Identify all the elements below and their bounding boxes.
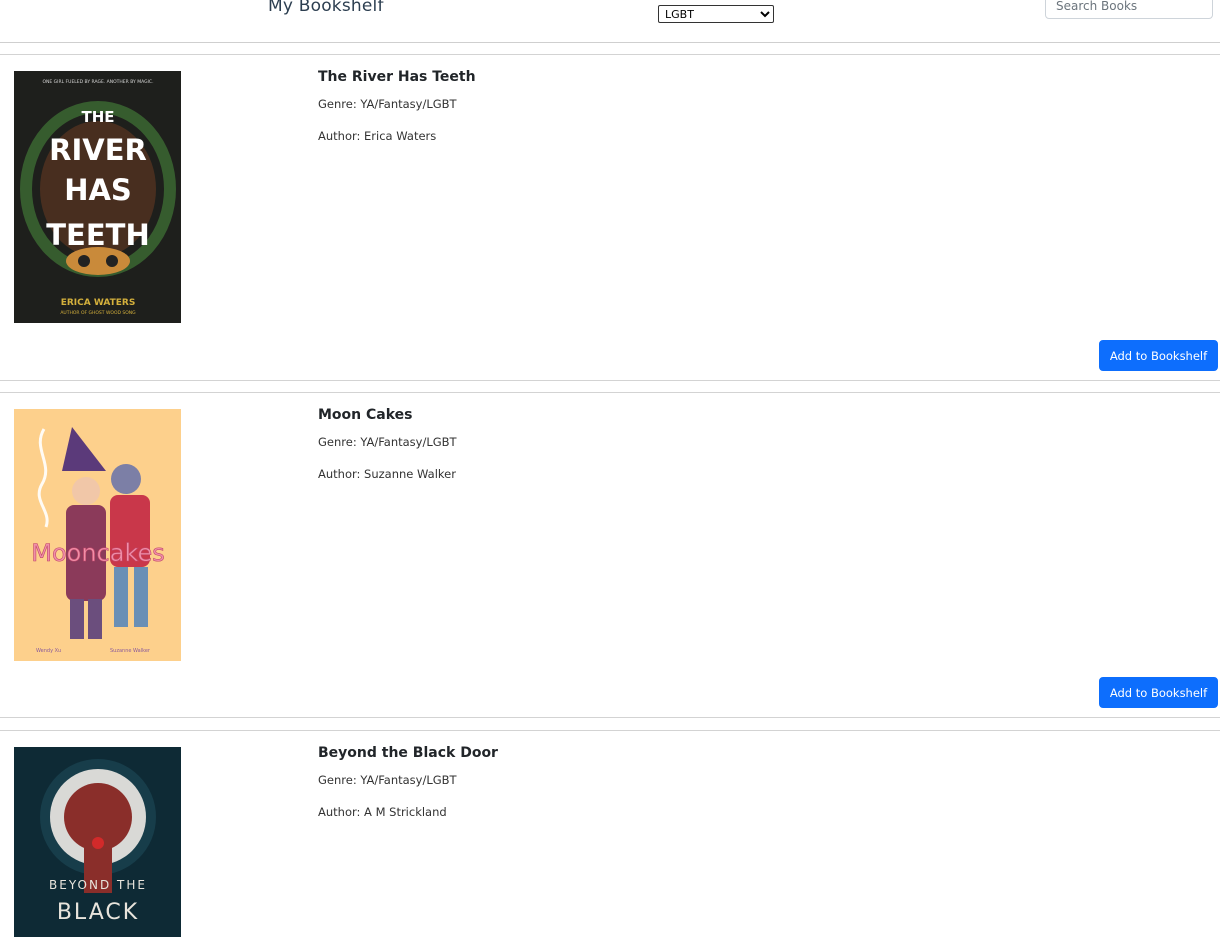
top-navbar: My Bookshelf LGBT	[0, 0, 1220, 43]
book-author: Author: Suzanne Walker	[318, 467, 456, 481]
book-author: Author: Erica Waters	[318, 129, 437, 143]
svg-text:ONE GIRL FUELED BY RAGE. ANOTH: ONE GIRL FUELED BY RAGE. ANOTHER BY MAGI…	[43, 79, 154, 85]
svg-text:AUTHOR OF GHOST WOOD SONG: AUTHOR OF GHOST WOOD SONG	[60, 310, 136, 316]
book-card: ONE GIRL FUELED BY RAGE. ANOTHER BY MAGI…	[0, 54, 1220, 381]
book-cover-image: Mooncakes Wendy Xu Suzanne Walker	[14, 409, 181, 661]
svg-text:ERICA WATERS: ERICA WATERS	[61, 298, 136, 308]
svg-text:Wendy Xu: Wendy Xu	[36, 648, 61, 654]
add-to-bookshelf-button[interactable]: Add to Bookshelf	[1099, 340, 1218, 371]
svg-text:TEETH: TEETH	[46, 218, 149, 252]
book-title: The River Has Teeth	[318, 69, 476, 85]
search-books-input[interactable]	[1045, 0, 1213, 19]
book-card: BEYOND THE BLACK Beyond the Black Door G…	[0, 730, 1220, 937]
book-cover-image: ONE GIRL FUELED BY RAGE. ANOTHER BY MAGI…	[14, 71, 181, 323]
svg-text:HAS: HAS	[64, 173, 132, 207]
svg-text:Mooncakes: Mooncakes	[31, 539, 165, 567]
book-card: Mooncakes Wendy Xu Suzanne Walker Moon C…	[0, 392, 1220, 718]
brand-title[interactable]: My Bookshelf	[268, 0, 384, 16]
book-genre: Genre: YA/Fantasy/LGBT	[318, 435, 457, 449]
svg-text:BEYOND THE: BEYOND THE	[49, 878, 147, 892]
book-genre: Genre: YA/Fantasy/LGBT	[318, 773, 457, 787]
book-title: Moon Cakes	[318, 407, 413, 423]
genre-filter-select[interactable]: LGBT	[658, 5, 774, 23]
book-author: Author: A M Strickland	[318, 805, 447, 819]
add-to-bookshelf-button[interactable]: Add to Bookshelf	[1099, 677, 1218, 708]
book-genre: Genre: YA/Fantasy/LGBT	[318, 97, 457, 111]
svg-text:RIVER: RIVER	[49, 133, 147, 167]
book-cover-image: BEYOND THE BLACK	[14, 747, 181, 937]
svg-text:BLACK: BLACK	[57, 900, 139, 925]
svg-text:Suzanne Walker: Suzanne Walker	[110, 648, 151, 654]
svg-text:THE: THE	[81, 108, 114, 126]
book-title: Beyond the Black Door	[318, 745, 498, 761]
